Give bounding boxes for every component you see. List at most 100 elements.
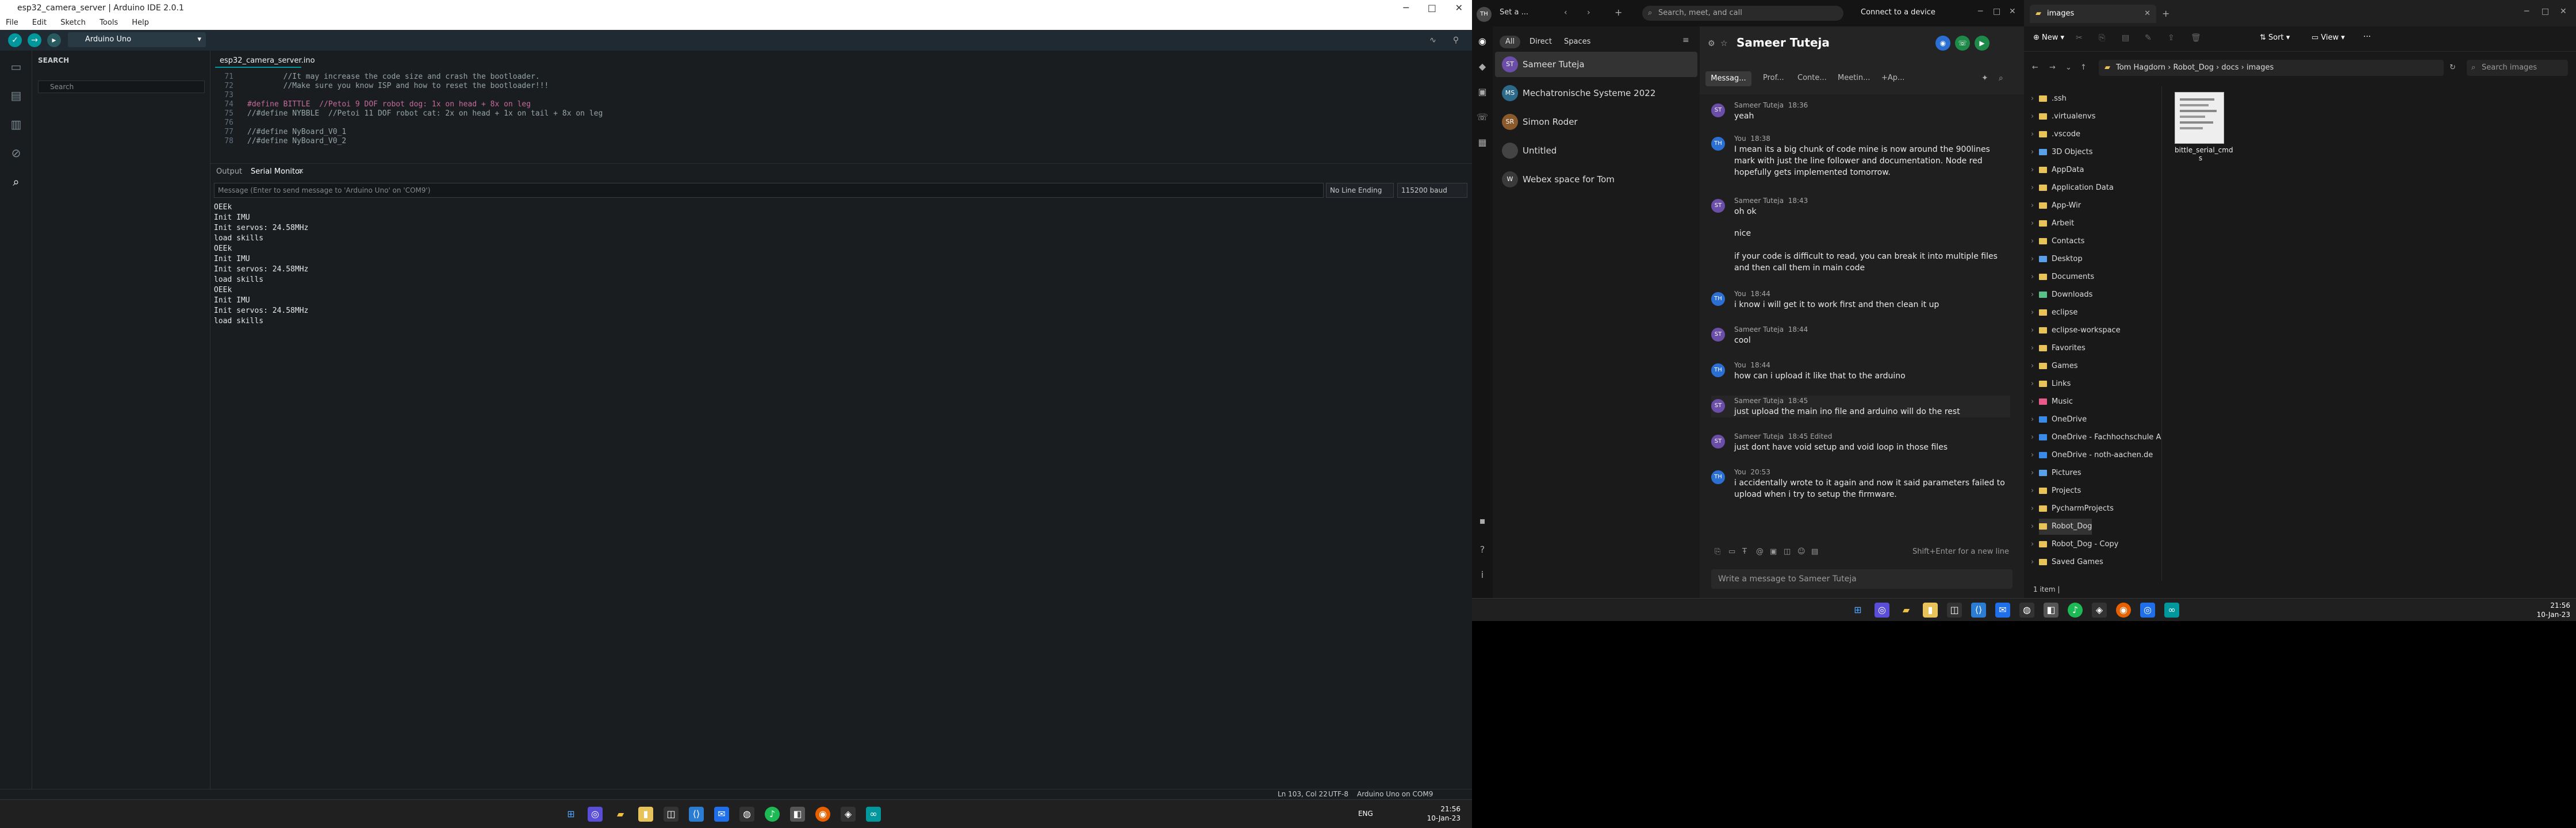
chevron-right-icon[interactable]: › xyxy=(2031,536,2034,553)
chevron-right-icon[interactable]: › xyxy=(2031,501,2034,517)
clock-time[interactable]: 21:56 xyxy=(1427,804,1460,814)
app-icon[interactable]: ◈ xyxy=(2092,603,2107,618)
start-icon[interactable]: ⊞ xyxy=(1850,603,1865,618)
tree-item[interactable]: › Arbeit xyxy=(2031,216,2074,232)
status-label[interactable]: Set a ... xyxy=(1500,8,1528,17)
help-icon[interactable]: ? xyxy=(1477,544,1488,555)
store-icon[interactable]: ◫ xyxy=(664,807,678,822)
tab-images[interactable]: ▰ images ✕ xyxy=(2030,5,2156,23)
firefox-icon[interactable]: ◉ xyxy=(2116,603,2131,618)
menu-tools[interactable]: Tools xyxy=(99,18,118,27)
chevron-right-icon[interactable]: › xyxy=(2031,109,2034,125)
code-editor[interactable]: 71 //It may increase the code size and c… xyxy=(210,70,1472,161)
contacts-icon[interactable]: ▣ xyxy=(1477,86,1488,98)
filter-direct[interactable]: Direct xyxy=(1524,36,1558,48)
tree-item[interactable]: › OneDrive - noth-aachen.de xyxy=(2031,447,2153,463)
serial-plotter-icon[interactable]: ∿ xyxy=(1426,33,1440,47)
mention-icon[interactable]: @ xyxy=(1756,547,1764,556)
chevron-right-icon[interactable]: › xyxy=(2031,251,2034,267)
delete-icon[interactable]: 🗑 xyxy=(2191,33,2201,43)
chevron-right-icon[interactable]: › xyxy=(2031,519,2034,535)
forward-icon[interactable]: → xyxy=(2049,63,2056,72)
serial-monitor-icon[interactable]: ⚲ xyxy=(1449,33,1463,47)
meet-icon[interactable]: ◉ xyxy=(1935,36,1950,51)
view-button[interactable]: ▭ View ▾ xyxy=(2312,33,2345,42)
chat-item[interactable]: Untitled xyxy=(1495,138,1697,163)
app-icon[interactable]: ◧ xyxy=(2044,603,2058,618)
attach-icon[interactable]: ⎘ xyxy=(1715,547,1720,556)
recent-icon[interactable]: ⌄ xyxy=(2065,63,2072,72)
tab-profile[interactable]: Prof... xyxy=(1763,74,1784,82)
library-manager-icon[interactable]: ▥ xyxy=(8,117,24,133)
app-icon[interactable]: ◧ xyxy=(790,807,805,822)
tree-item[interactable]: › Saved Games xyxy=(2031,554,2103,570)
chevron-right-icon[interactable]: › xyxy=(2031,216,2034,232)
store-icon[interactable]: ◫ xyxy=(1947,603,1962,618)
rename-icon[interactable]: ✎ xyxy=(2145,33,2152,43)
clock-date[interactable]: 10-Jan-23 xyxy=(1427,814,1460,823)
refresh-icon[interactable]: ↻ xyxy=(2450,63,2456,72)
back-icon[interactable]: ← xyxy=(2032,63,2038,72)
breadcrumb-item[interactable]: images xyxy=(2247,63,2274,72)
tree-item[interactable]: › Music xyxy=(2031,394,2073,410)
tree-item[interactable]: › Robot_Dog - Copy xyxy=(2031,536,2118,553)
tree-item[interactable]: › Documents xyxy=(2031,269,2094,285)
close-icon[interactable]: ✕ xyxy=(298,167,304,176)
cursor-position[interactable]: Ln 103, Col 22 xyxy=(1278,790,1328,798)
paste-icon[interactable]: ▤ xyxy=(2122,33,2129,43)
arduino-icon[interactable]: ∞ xyxy=(2164,603,2179,618)
menu-edit[interactable]: Edit xyxy=(32,18,47,27)
spotify-icon[interactable]: ♪ xyxy=(765,807,780,822)
chat-item[interactable]: W Webex space for Tom xyxy=(1495,167,1697,192)
new-button[interactable]: ⊕ New ▾ xyxy=(2033,33,2064,42)
chevron-right-icon[interactable]: › xyxy=(2031,554,2034,570)
tree-item[interactable]: › eclipse-workspace xyxy=(2031,323,2121,339)
tree-item[interactable]: › Contacts xyxy=(2031,233,2084,250)
maximize-icon[interactable]: □ xyxy=(1428,0,1436,16)
filter-icon[interactable]: ≡ xyxy=(1682,36,1689,45)
chevron-right-icon[interactable]: › xyxy=(2031,305,2034,321)
clock-date[interactable]: 10-Jan-23 xyxy=(2537,610,2570,619)
chevron-right-icon[interactable]: › xyxy=(2031,198,2034,214)
minimize-icon[interactable]: ─ xyxy=(2524,7,2529,16)
connect-device-button[interactable]: Connect to a device xyxy=(1861,8,1935,17)
settings-icon[interactable]: ⚙ xyxy=(1708,39,1715,48)
chevron-right-icon[interactable]: › xyxy=(2031,447,2034,463)
sketchbook-icon[interactable]: ▭ xyxy=(8,60,24,76)
sticky-icon[interactable]: ▮ xyxy=(1923,603,1938,618)
debug-icon[interactable]: ⊘ xyxy=(8,146,24,162)
tab-output[interactable]: Output xyxy=(216,167,242,176)
chat-item[interactable]: SR Simon Roder xyxy=(1495,109,1697,135)
tree-item[interactable]: › OneDrive xyxy=(2031,412,2087,428)
close-icon[interactable]: ✕ xyxy=(2144,5,2150,23)
new-tab-icon[interactable]: + xyxy=(2162,8,2169,19)
chevron-right-icon[interactable]: › xyxy=(2031,465,2034,481)
chevron-right-icon[interactable]: › xyxy=(2031,340,2034,356)
line-ending-select[interactable]: No Line Ending xyxy=(1326,183,1394,198)
minimize-icon[interactable]: ─ xyxy=(1403,0,1409,16)
clock-time[interactable]: 21:56 xyxy=(2537,601,2570,610)
tree-item[interactable]: › Games xyxy=(2031,358,2077,374)
close-icon[interactable]: ✕ xyxy=(2009,7,2016,16)
tab-meetings[interactable]: Meetin... xyxy=(1838,74,1870,82)
breadcrumb-item[interactable]: Tom Hagdorn xyxy=(2116,63,2165,72)
maximize-icon[interactable]: □ xyxy=(2542,7,2549,16)
tab-apps[interactable]: +Ap... xyxy=(1881,74,1904,82)
breadcrumb-item[interactable]: Robot_Dog xyxy=(2174,63,2214,72)
format-icon[interactable]: Ŧ xyxy=(1742,547,1747,556)
chevron-right-icon[interactable]: › xyxy=(2031,162,2034,178)
menu-sketch[interactable]: Sketch xyxy=(60,18,86,27)
tree-item[interactable]: › PycharmProjects xyxy=(2031,501,2114,517)
start-icon[interactable]: ⊞ xyxy=(564,807,578,822)
search-input[interactable]: ⌕ Search, meet, and call xyxy=(1642,6,1843,21)
calendar-icon[interactable]: ▦ xyxy=(1477,137,1488,148)
minimize-icon[interactable]: ─ xyxy=(1978,7,1983,16)
chevron-right-icon[interactable]: › xyxy=(2031,358,2034,374)
file-explorer-icon[interactable]: ▰ xyxy=(613,807,628,822)
tab-serial-monitor[interactable]: Serial Monitor xyxy=(251,167,302,176)
share-icon[interactable]: ⇪ xyxy=(2168,33,2175,43)
tree-item[interactable]: › Downloads xyxy=(2031,287,2092,303)
tree-item[interactable]: › Projects xyxy=(2031,483,2081,499)
tree-item[interactable]: › .vscode xyxy=(2031,126,2080,143)
boards-manager-icon[interactable]: ▤ xyxy=(8,89,24,105)
